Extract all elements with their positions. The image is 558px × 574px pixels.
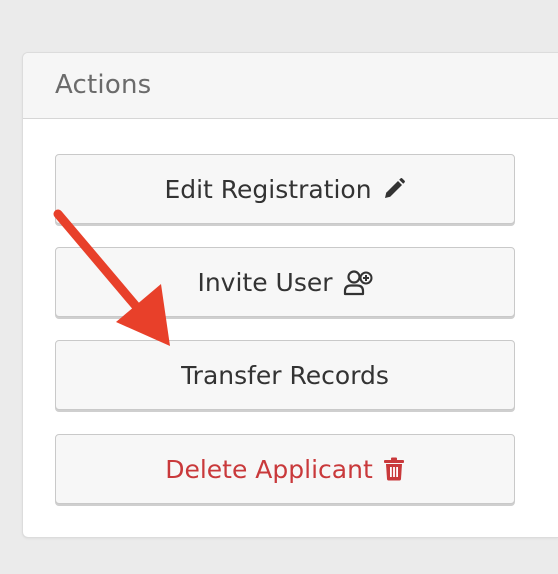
delete-applicant-button[interactable]: Delete Applicant (55, 434, 515, 504)
transfer-records-label: Transfer Records (181, 360, 389, 390)
transfer-records-button[interactable]: Transfer Records (55, 340, 515, 410)
edit-registration-button[interactable]: Edit Registration (55, 154, 515, 224)
trash-icon (383, 457, 405, 481)
edit-registration-label: Edit Registration (164, 174, 372, 204)
pencil-icon (382, 177, 406, 201)
actions-panel: Actions Edit Registration Invite User Tr… (22, 52, 558, 538)
panel-title: Actions (55, 70, 152, 100)
invite-user-label: Invite User (197, 267, 333, 297)
delete-applicant-label: Delete Applicant (165, 454, 373, 484)
invite-user-button[interactable]: Invite User (55, 247, 515, 317)
user-plus-icon (343, 268, 373, 296)
actions-panel-header: Actions (23, 53, 558, 119)
